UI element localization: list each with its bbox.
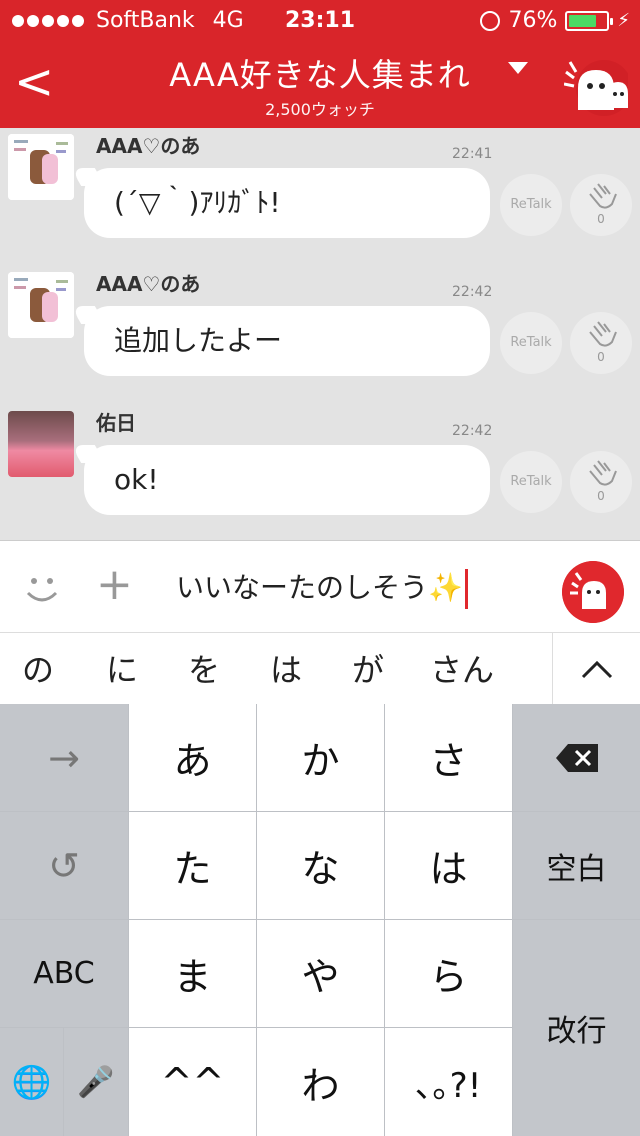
group-title[interactable]: AAA好きな人集まれ (140, 50, 500, 96)
attach-button[interactable]: + (96, 563, 133, 607)
watch-count: 2,500ウォッチ (265, 100, 375, 119)
abc-key[interactable]: ABC (0, 920, 128, 1027)
message-input-text: いいなーたのしそう✨ (176, 571, 463, 604)
message-item: AAA♡のあ 22:42 追加したよー ReTalk 0 (0, 266, 640, 404)
globe-key[interactable]: 🌐 (0, 1028, 63, 1136)
avatar-illustration-icon (8, 134, 74, 200)
battery-percent: 76% (508, 8, 558, 33)
sender-name: AAA♡のあ (96, 272, 201, 296)
expand-candidates-button[interactable] (552, 633, 640, 705)
chat-area[interactable]: AAA♡のあ 22:41 (´▽｀)ｱﾘｶﾞﾄ! ReTalk 0 AAA♡のあ… (0, 128, 640, 540)
keyboard: → あ か さ ↺ た な は 空白 ABC ま や ら 改行 🌐 🎤 ^^ わ… (0, 704, 640, 1136)
avatar[interactable] (8, 134, 74, 200)
candidate-item[interactable]: は (270, 645, 302, 691)
key-wa[interactable]: わ (257, 1028, 384, 1136)
message-item: 佑日 22:42 ok! ReTalk 0 (0, 405, 640, 540)
clap-icon (589, 321, 617, 347)
battery-fill (569, 14, 597, 27)
key-ta[interactable]: た (129, 812, 256, 919)
text-cursor (464, 569, 468, 609)
avatar[interactable] (8, 272, 74, 338)
key-na[interactable]: な (257, 812, 384, 919)
key-ra[interactable]: ら (385, 920, 512, 1027)
retalk-button[interactable]: ReTalk (500, 174, 562, 236)
avatar[interactable] (8, 411, 74, 477)
emoji-icon[interactable] (22, 569, 62, 609)
clap-icon (589, 183, 617, 209)
candidate-item[interactable]: に (106, 645, 138, 691)
charging-icon: ⚡ (617, 10, 630, 31)
sender-name: 佑日 (96, 411, 136, 435)
candidate-item[interactable]: の (22, 645, 54, 691)
clap-count: 0 (597, 489, 605, 503)
backspace-icon (555, 743, 598, 772)
mascot-icon[interactable] (564, 58, 628, 118)
candidate-item[interactable]: が (352, 645, 384, 691)
clap-button[interactable]: 0 (570, 451, 632, 513)
message-time: 22:41 (452, 146, 493, 162)
key-sa[interactable]: さ (385, 704, 512, 811)
key-ya[interactable]: や (257, 920, 384, 1027)
key-ha[interactable]: は (385, 812, 512, 919)
space-key[interactable]: 空白 (513, 812, 640, 919)
back-button[interactable]: < (14, 58, 54, 108)
send-button[interactable] (562, 561, 624, 623)
clap-count: 0 (597, 350, 605, 364)
message-input-bar: + いいなーたのしそう✨ (0, 540, 640, 632)
message-item: AAA♡のあ 22:41 (´▽｀)ｱﾘｶﾞﾄ! ReTalk 0 (0, 128, 640, 266)
clap-icon (589, 460, 617, 486)
clap-button[interactable]: 0 (570, 174, 632, 236)
message-bubble[interactable]: ok! (84, 445, 490, 515)
key-undo[interactable]: ↺ (0, 812, 128, 919)
avatar-illustration-icon (8, 272, 74, 338)
key-emoticon[interactable]: ^^ (129, 1028, 256, 1136)
message-time: 22:42 (452, 423, 493, 439)
microphone-key[interactable]: 🎤 (64, 1028, 128, 1136)
key-punctuation[interactable]: ､｡?! (385, 1028, 512, 1136)
app-header: SoftBank 4G 23:11 76% ⚡ < AAA好きな人集まれ 2,5… (0, 0, 640, 128)
message-bubble[interactable]: (´▽｀)ｱﾘｶﾞﾄ! (84, 168, 490, 238)
delete-key[interactable] (513, 704, 640, 811)
key-a[interactable]: あ (129, 704, 256, 811)
chevron-down-icon[interactable] (508, 62, 528, 74)
key-ka[interactable]: か (257, 704, 384, 811)
rotation-lock-icon (480, 10, 501, 31)
message-time: 22:42 (452, 284, 493, 300)
key-cursor-right[interactable]: → (0, 704, 128, 811)
message-input[interactable]: いいなーたのしそう✨ (176, 567, 536, 609)
clap-count: 0 (597, 212, 605, 226)
sender-name: AAA♡のあ (96, 134, 201, 158)
candidate-item[interactable]: を (188, 645, 220, 691)
status-bar: SoftBank 4G 23:11 76% ⚡ (0, 0, 640, 40)
clap-button[interactable]: 0 (570, 312, 632, 374)
key-ma[interactable]: ま (129, 920, 256, 1027)
candidate-item[interactable]: さん (430, 645, 494, 691)
return-key[interactable]: 改行 (513, 920, 640, 1136)
battery-icon (565, 10, 614, 31)
retalk-button[interactable]: ReTalk (500, 451, 562, 513)
candidate-bar: の に を は が さん (0, 632, 640, 705)
retalk-button[interactable]: ReTalk (500, 312, 562, 374)
chevron-up-icon (581, 660, 613, 679)
message-bubble[interactable]: 追加したよー (84, 306, 490, 376)
